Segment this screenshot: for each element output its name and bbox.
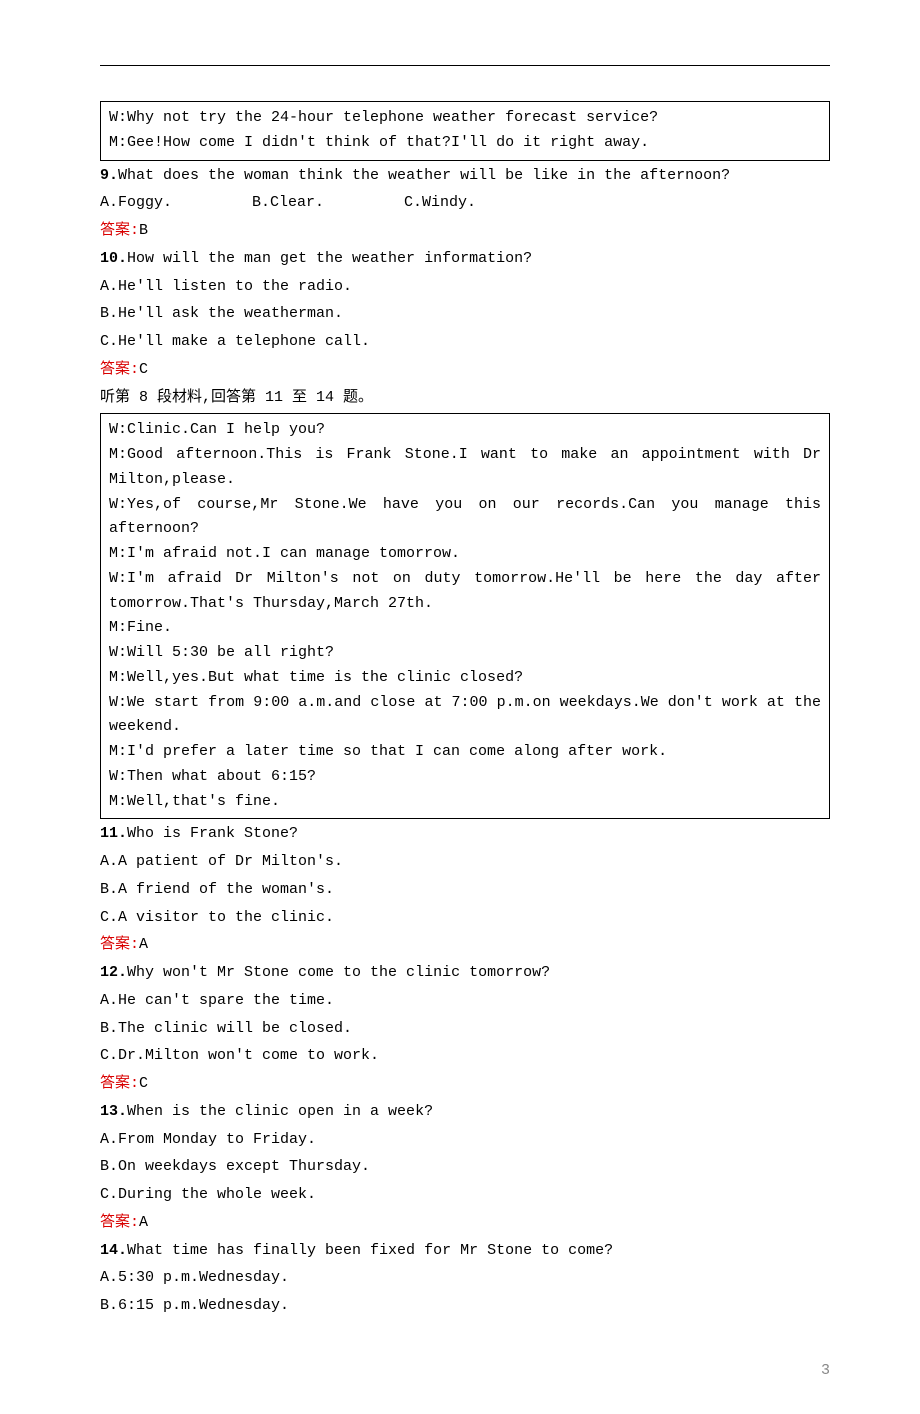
options-9: A.Foggy. B.Clear. C.Windy. xyxy=(100,191,830,216)
section-8-intro: 听第 8 段材料,回答第 11 至 14 题。 xyxy=(100,386,830,411)
line: M:Good afternoon.This is Frank Stone.I w… xyxy=(109,443,821,493)
opt-a: A.Foggy. xyxy=(100,191,172,216)
line: W:Clinic.Can I help you? xyxy=(109,418,821,443)
ans-label: 答案: xyxy=(100,1214,139,1231)
opt-c: C.Dr.Milton won't come to work. xyxy=(100,1044,830,1069)
q-num: 9. xyxy=(100,167,118,184)
q-num: 13. xyxy=(100,1103,127,1120)
line: M:Fine. xyxy=(109,616,821,641)
q-num: 11. xyxy=(100,825,127,842)
q-text: What time has finally been fixed for Mr … xyxy=(127,1242,613,1259)
line: M:Well,yes.But what time is the clinic c… xyxy=(109,666,821,691)
opt-b: B.On weekdays except Thursday. xyxy=(100,1155,830,1180)
answer-13: 答案:A xyxy=(100,1211,830,1236)
opt-a: A.He can't spare the time. xyxy=(100,989,830,1014)
opt-c: C.During the whole week. xyxy=(100,1183,830,1208)
question-12: 12.Why won't Mr Stone come to the clinic… xyxy=(100,961,830,986)
line: W:Why not try the 24-hour telephone weat… xyxy=(109,106,821,131)
line: W:We start from 9:00 a.m.and close at 7:… xyxy=(109,691,821,741)
page: W:Why not try the 24-hour telephone weat… xyxy=(0,0,920,1414)
opt-c: C.A visitor to the clinic. xyxy=(100,906,830,931)
answer-10: 答案:C xyxy=(100,358,830,383)
opt-a: A.He'll listen to the radio. xyxy=(100,275,830,300)
ans-label: 答案: xyxy=(100,361,139,378)
q-num: 10. xyxy=(100,250,127,267)
opt-a: A.A patient of Dr Milton's. xyxy=(100,850,830,875)
ans-val: C xyxy=(139,1075,148,1092)
opt-c: C.Windy. xyxy=(404,191,476,216)
line: M:I'm afraid not.I can manage tomorrow. xyxy=(109,542,821,567)
opt-b: B.Clear. xyxy=(252,191,324,216)
answer-11: 答案:A xyxy=(100,933,830,958)
q-num: 14. xyxy=(100,1242,127,1259)
question-9: 9.What does the woman think the weather … xyxy=(100,164,830,189)
opt-c: C.He'll make a telephone call. xyxy=(100,330,830,355)
line: W:Yes,of course,Mr Stone.We have you on … xyxy=(109,493,821,543)
ans-val: A xyxy=(139,936,148,953)
opt-a: A.From Monday to Friday. xyxy=(100,1128,830,1153)
ans-label: 答案: xyxy=(100,936,139,953)
transcript-box-1: W:Why not try the 24-hour telephone weat… xyxy=(100,101,830,161)
q-text: How will the man get the weather informa… xyxy=(127,250,532,267)
ans-val: A xyxy=(139,1214,148,1231)
ans-val: C xyxy=(139,361,148,378)
opt-b: B.6:15 p.m.Wednesday. xyxy=(100,1294,830,1319)
q-text: Why won't Mr Stone come to the clinic to… xyxy=(127,964,550,981)
line: M:Gee!How come I didn't think of that?I'… xyxy=(109,131,821,156)
ans-val: B xyxy=(139,222,148,239)
question-11: 11.Who is Frank Stone? xyxy=(100,822,830,847)
question-13: 13.When is the clinic open in a week? xyxy=(100,1100,830,1125)
ans-label: 答案: xyxy=(100,1075,139,1092)
question-10: 10.How will the man get the weather info… xyxy=(100,247,830,272)
line: W:I'm afraid Dr Milton's not on duty tom… xyxy=(109,567,821,617)
q-num: 12. xyxy=(100,964,127,981)
opt-b: B.He'll ask the weatherman. xyxy=(100,302,830,327)
question-14: 14.What time has finally been fixed for … xyxy=(100,1239,830,1264)
header-rule xyxy=(100,65,830,66)
line: M:I'd prefer a later time so that I can … xyxy=(109,740,821,765)
answer-12: 答案:C xyxy=(100,1072,830,1097)
page-number: 3 xyxy=(100,1359,830,1384)
line: W:Will 5:30 be all right? xyxy=(109,641,821,666)
transcript-box-2: W:Clinic.Can I help you? M:Good afternoo… xyxy=(100,413,830,819)
opt-b: B.The clinic will be closed. xyxy=(100,1017,830,1042)
q-text: When is the clinic open in a week? xyxy=(127,1103,433,1120)
opt-a: A.5:30 p.m.Wednesday. xyxy=(100,1266,830,1291)
ans-label: 答案: xyxy=(100,222,139,239)
line: M:Well,that's fine. xyxy=(109,790,821,815)
opt-b: B.A friend of the woman's. xyxy=(100,878,830,903)
line: W:Then what about 6:15? xyxy=(109,765,821,790)
q-text: Who is Frank Stone? xyxy=(127,825,298,842)
answer-9: 答案:B xyxy=(100,219,830,244)
q-text: What does the woman think the weather wi… xyxy=(118,167,730,184)
